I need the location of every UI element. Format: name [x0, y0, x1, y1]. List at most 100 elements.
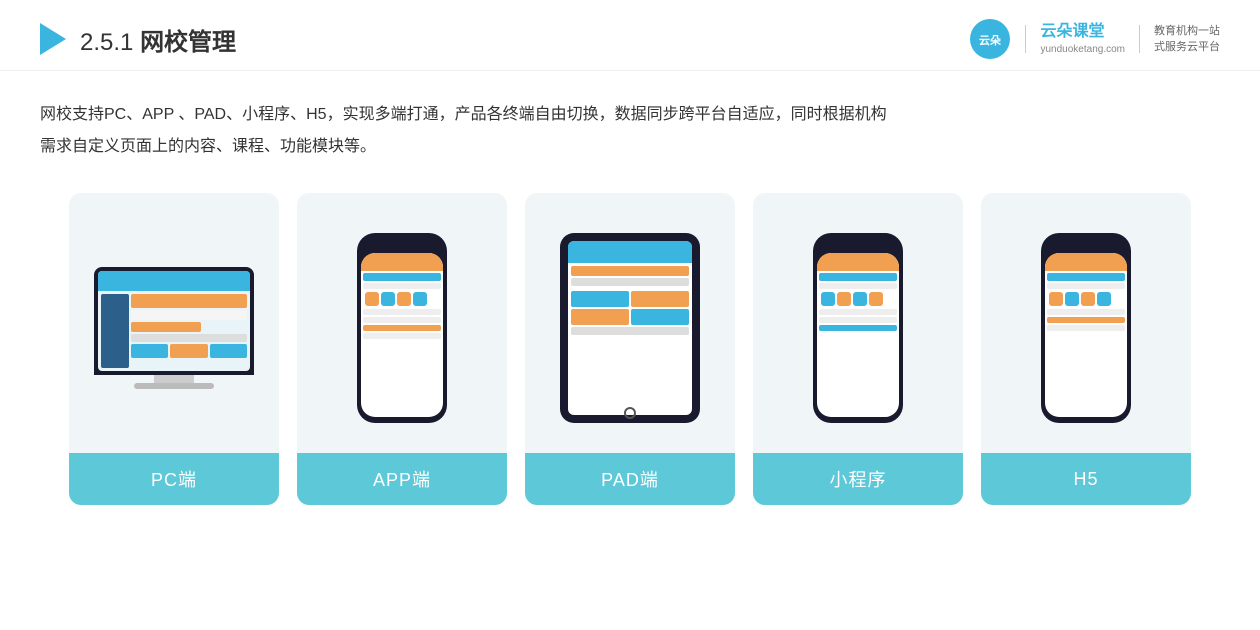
- pad-cell1: [571, 291, 629, 307]
- description-text: 网校支持PC、APP 、PAD、小程序、H5，实现多端打通，产品各终端自由切换，…: [0, 71, 1260, 183]
- title-bold: 网校管理: [140, 29, 236, 56]
- pc-row4: [131, 334, 247, 342]
- phone-screen: [361, 253, 443, 417]
- card-h5-footer: H5: [981, 453, 1191, 505]
- pad-row2: [571, 278, 689, 286]
- pc-row1: [131, 294, 247, 308]
- logo-tagline: 教育机构一站 式服务云平台: [1154, 23, 1220, 56]
- h5-row5: [1047, 325, 1125, 331]
- pc-cell1: [131, 344, 168, 358]
- h5-row4: [1047, 317, 1125, 323]
- h5-icon3: [1081, 292, 1095, 306]
- card-pad-label: PAD端: [601, 466, 659, 492]
- mini-row2: [819, 283, 897, 289]
- pc-main: [131, 294, 247, 368]
- pad-row3: [571, 327, 689, 335]
- mini-icons-row: [819, 291, 897, 307]
- card-pad-footer: PAD端: [525, 453, 735, 505]
- h5-icon1: [1049, 292, 1063, 306]
- phone-row3: [363, 309, 441, 315]
- h5-phone-screen: [1045, 253, 1127, 417]
- pc-sidebar: [101, 294, 129, 368]
- mini-icon1: [821, 292, 835, 306]
- phone-icon4: [413, 292, 427, 306]
- pc-row2: [131, 310, 247, 320]
- phone-icon3: [397, 292, 411, 306]
- h5-screen-content: [1045, 271, 1127, 333]
- card-miniprogram: 小程序: [753, 193, 963, 505]
- pc-cell2: [170, 344, 207, 358]
- logo-url: yunduoketang.com: [1040, 43, 1125, 56]
- section-number: 2.5.1: [80, 29, 133, 56]
- pc-screen-inner: [98, 271, 250, 371]
- miniprogram-phone-mockup: [813, 233, 903, 423]
- header-left: 2.5.1 网校管理: [40, 22, 236, 57]
- card-pc-image: [69, 193, 279, 453]
- tagline-line1: 教育机构一站: [1154, 23, 1220, 40]
- card-h5-label: H5: [1073, 469, 1098, 490]
- pc-row3: [131, 322, 201, 332]
- card-miniprogram-footer: 小程序: [753, 453, 963, 505]
- page-container: 2.5.1 网校管理 云朵 云朵课堂 yunduoketang.com 教育机构…: [0, 0, 1260, 630]
- phone-row1: [363, 273, 441, 281]
- logo-main-name: 云朵课堂: [1040, 22, 1125, 43]
- pad-mockup: [560, 233, 700, 423]
- phone-icon2: [381, 292, 395, 306]
- pad-cell3: [571, 309, 629, 325]
- cards-section: PC端: [0, 183, 1260, 505]
- pc-cell3: [210, 344, 247, 358]
- pad-screen-top: [568, 241, 692, 263]
- card-pad: PAD端: [525, 193, 735, 505]
- card-pc-footer: PC端: [69, 453, 279, 505]
- card-app-label: APP端: [373, 466, 431, 492]
- pc-stand: [154, 375, 194, 383]
- h5-icon2: [1065, 292, 1079, 306]
- card-app-image: [297, 193, 507, 453]
- mini-icon2: [837, 292, 851, 306]
- card-pc-label: PC端: [151, 466, 197, 492]
- card-h5: H5: [981, 193, 1191, 505]
- pad-cell4: [631, 309, 689, 325]
- description-paragraph: 网校支持PC、APP 、PAD、小程序、H5，实现多端打通，产品各终端自由切换，…: [40, 99, 1220, 163]
- miniprogram-phone-notch: [844, 239, 872, 247]
- miniprogram-screen-content: [817, 271, 899, 333]
- phone-screen-bar: [361, 253, 443, 271]
- card-miniprogram-label: 小程序: [830, 466, 887, 492]
- pad-grid: [571, 291, 689, 325]
- h5-phone-mockup: [1041, 233, 1131, 423]
- mini-row5: [819, 325, 897, 331]
- miniprogram-screen-bar: [817, 253, 899, 271]
- mini-icon3: [853, 292, 867, 306]
- h5-phone-notch: [1072, 239, 1100, 247]
- phone-row6: [363, 333, 441, 339]
- pc-mockup: [94, 267, 254, 389]
- logo-svg: 云朵: [969, 18, 1011, 60]
- logo-text: 云朵课堂 yunduoketang.com: [1040, 22, 1125, 56]
- card-h5-image: [981, 193, 1191, 453]
- pad-screen: [568, 241, 692, 415]
- tagline-line2: 式服务云平台: [1154, 39, 1220, 56]
- card-miniprogram-image: [753, 193, 963, 453]
- mini-row4: [819, 317, 897, 323]
- pad-row1: [571, 266, 689, 276]
- pc-screen-outer: [94, 267, 254, 375]
- card-pc: PC端: [69, 193, 279, 505]
- logo-divider: [1025, 25, 1026, 53]
- mini-row1: [819, 273, 897, 281]
- phone-row2: [363, 283, 441, 289]
- pc-body: [98, 291, 250, 371]
- logo-divider2: [1139, 25, 1140, 53]
- svg-text:云朵: 云朵: [979, 33, 1001, 47]
- pad-cell2: [631, 291, 689, 307]
- h5-icon4: [1097, 292, 1111, 306]
- h5-row1: [1047, 273, 1125, 281]
- h5-icons-row: [1047, 291, 1125, 307]
- pc-base: [134, 383, 214, 389]
- pc-grid: [131, 344, 247, 358]
- phone-row5: [363, 325, 441, 331]
- header: 2.5.1 网校管理 云朵 云朵课堂 yunduoketang.com 教育机构…: [0, 0, 1260, 71]
- logo-area: 云朵 云朵课堂 yunduoketang.com 教育机构一站 式服务云平台: [969, 18, 1220, 60]
- phone-notch: [388, 239, 416, 247]
- phone-row4: [363, 317, 441, 323]
- phone-screen-content: [361, 271, 443, 341]
